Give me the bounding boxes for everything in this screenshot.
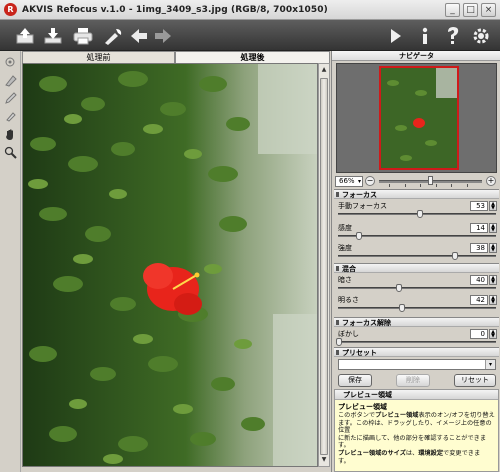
main-toolbar [0, 20, 500, 51]
param-value-input[interactable]: 14 [470, 223, 488, 233]
run-icon[interactable] [384, 25, 406, 47]
blend-section: 混合 暗さ 40 ▲ ▼ 明るさ 42 ▲ ▼ [334, 263, 499, 315]
param-slider-track[interactable] [338, 341, 496, 343]
param-slider-track[interactable] [338, 307, 496, 309]
param-slider-thumb[interactable] [356, 232, 362, 240]
help-title: プレビュー領域 [338, 403, 387, 411]
spin-button[interactable]: ▲ ▼ [489, 201, 497, 211]
title-bar: R AKVIS Refocus v.1.0 - 1img_3409_s3.jpg… [0, 0, 500, 20]
app-logo-icon: R [4, 3, 17, 16]
reset-preset-button[interactable]: リセット [454, 374, 496, 387]
focus-brush-icon[interactable] [3, 55, 18, 70]
param-value-input[interactable]: 53 [470, 201, 488, 211]
preset-section: プリセット 保存 削除 リセット [334, 347, 499, 389]
info-icon[interactable] [414, 25, 436, 47]
close-button[interactable]: × [481, 3, 496, 17]
zoom-select[interactable]: 66% [335, 175, 363, 187]
param-brightness: 明るさ 42 ▲ ▼ [334, 293, 499, 315]
param-label: 明るさ [338, 296, 359, 304]
minimize-button[interactable]: _ [445, 3, 460, 17]
navigator-thumbnail [381, 68, 457, 168]
window-controls: _ □ × [445, 3, 496, 17]
param-manual-focus: 手動フォーカス 53 ▲ ▼ [334, 199, 499, 221]
spin-button[interactable]: ▲ ▼ [489, 295, 497, 305]
param-value-input[interactable]: 42 [470, 295, 488, 305]
window-title: AKVIS Refocus v.1.0 - 1img_3409_s3.jpg (… [22, 4, 328, 15]
spin-button[interactable]: ▲ ▼ [489, 243, 497, 253]
param-slider-track[interactable] [338, 287, 496, 289]
eraser-icon[interactable] [3, 73, 18, 88]
zoom-bar: 66% − + [335, 175, 498, 187]
preferences-gear-icon[interactable] [470, 25, 492, 47]
tool-palette [0, 51, 21, 472]
save-icon[interactable] [42, 25, 64, 47]
unfocus-section-title[interactable]: フォーカス解除 [334, 317, 499, 327]
settings-link-icon[interactable] [102, 25, 124, 47]
focus-section-title[interactable]: フォーカス [334, 189, 499, 199]
param-value-input[interactable]: 0 [470, 329, 488, 339]
before-after-tabs: 処理前 処理後 [22, 51, 330, 63]
settings-panel: ナビゲータ 66% − + フォーカス 手動フォーカス 53 ▲▼ [331, 51, 500, 472]
param-slider-thumb[interactable] [336, 338, 342, 346]
spin-button[interactable]: ▲ ▼ [489, 329, 497, 339]
pencil-icon[interactable] [3, 91, 18, 106]
zoom-slider[interactable] [379, 175, 482, 187]
param-slider-thumb[interactable] [396, 284, 402, 292]
navigator-title: ナビゲータ [332, 51, 500, 61]
preset-section-title[interactable]: プリセット [334, 347, 499, 357]
help-section-title: プレビュー領域 [335, 390, 498, 400]
navigator-view[interactable] [336, 63, 497, 173]
help-text: このボタンでプレビュー領域表示のオン/オフを切り替え ます。この枠は、ドラッグし… [338, 412, 495, 465]
preset-select[interactable] [338, 359, 496, 370]
param-strength: 強度 38 ▲ ▼ [334, 241, 499, 263]
marker-icon[interactable] [3, 109, 18, 124]
param-value-input[interactable]: 40 [470, 275, 488, 285]
param-label: 暗さ [338, 276, 352, 284]
photo-hibiscus [23, 64, 317, 466]
print-icon[interactable] [72, 25, 94, 47]
help-icon[interactable] [442, 25, 464, 47]
param-darkness: 暗さ 40 ▲ ▼ [334, 273, 499, 295]
param-sensitivity: 感度 14 ▲ ▼ [334, 221, 499, 243]
maximize-button[interactable]: □ [463, 3, 478, 17]
zoom-slider-thumb[interactable] [428, 175, 434, 185]
delete-preset-button[interactable]: 削除 [396, 374, 430, 387]
param-blur: ぼかし 0 ▲ ▼ [334, 327, 499, 349]
tab-before[interactable]: 処理前 [22, 51, 175, 63]
unfocus-section: フォーカス解除 ぼかし 0 ▲ ▼ [334, 317, 499, 346]
back-arrow-icon[interactable] [128, 25, 150, 47]
param-slider-thumb[interactable] [417, 210, 423, 218]
param-label: 手動フォーカス [338, 202, 387, 210]
param-value-input[interactable]: 38 [470, 243, 488, 253]
zoom-out-button[interactable]: − [365, 176, 375, 186]
preview-frame[interactable] [379, 66, 459, 170]
zoom-icon[interactable] [3, 145, 18, 160]
blend-section-title[interactable]: 混合 [334, 263, 499, 273]
image-canvas[interactable] [22, 63, 318, 467]
param-label: 強度 [338, 244, 352, 252]
zoom-in-button[interactable]: + [486, 176, 496, 186]
param-slider-thumb[interactable] [452, 252, 458, 260]
param-label: 感度 [338, 224, 352, 232]
spin-button[interactable]: ▲ ▼ [489, 223, 497, 233]
scrollbar-thumb[interactable] [320, 78, 328, 455]
tab-after[interactable]: 処理後 [175, 51, 330, 63]
scroll-down-icon[interactable]: ▼ [320, 455, 328, 465]
param-slider-track[interactable] [338, 255, 496, 257]
spin-button[interactable]: ▲ ▼ [489, 275, 497, 285]
help-panel: プレビュー領域 プレビュー領域 このボタンでプレビュー領域表示のオン/オフを切り… [334, 389, 499, 472]
focus-section: フォーカス 手動フォーカス 53 ▲ ▼ 感度 14 ▲ ▼ 強度 38 ▲ ▼ [334, 189, 499, 261]
forward-arrow-icon[interactable] [152, 25, 174, 47]
save-preset-button[interactable]: 保存 [338, 374, 372, 387]
param-slider-thumb[interactable] [399, 304, 405, 312]
open-icon[interactable] [14, 25, 36, 47]
scroll-up-icon[interactable]: ▲ [320, 65, 328, 75]
hand-icon[interactable] [3, 127, 18, 142]
image-scrollbar[interactable]: ▲ ▼ [318, 63, 330, 467]
